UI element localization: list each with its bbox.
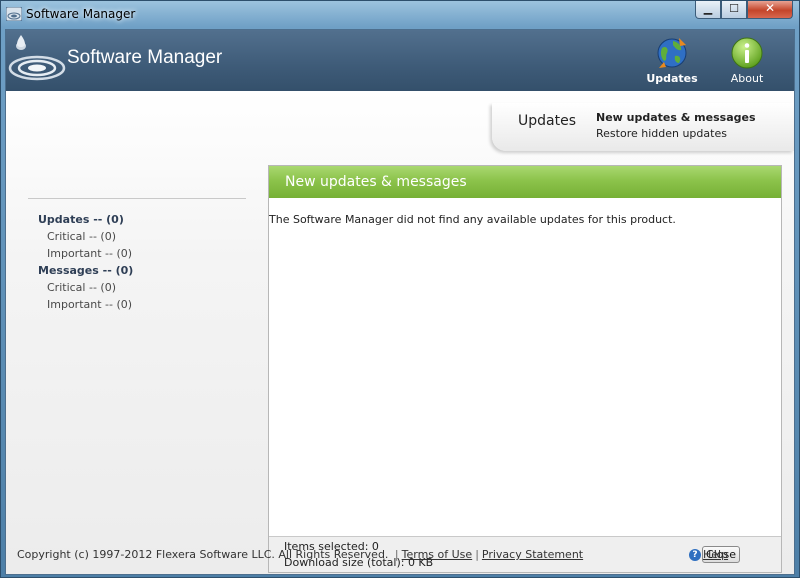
sidebar-item-updates-important[interactable]: Important -- (0)	[28, 245, 246, 262]
no-updates-message: The Software Manager did not find any av…	[269, 213, 676, 226]
window-title: Software Manager	[26, 7, 136, 21]
title-bar[interactable]: Software Manager ▁ ☐ ✕	[1, 1, 799, 29]
app-header: Software Manager Updates About	[6, 30, 794, 91]
privacy-statement-link[interactable]: Privacy Statement	[482, 548, 583, 561]
sidebar-item-messages-critical[interactable]: Critical -- (0)	[28, 279, 246, 296]
updates-panel: New updates & messages The Software Mana…	[268, 165, 782, 573]
header-title: Software Manager	[67, 47, 223, 68]
panel-title: New updates & messages	[285, 174, 467, 190]
maximize-button[interactable]: ☐	[721, 1, 747, 19]
tab-restore-hidden[interactable]: Restore hidden updates	[596, 127, 727, 140]
maximize-icon: ☐	[729, 2, 739, 15]
info-icon	[731, 37, 763, 69]
terms-of-use-link[interactable]: Terms of Use	[402, 548, 473, 561]
help-button[interactable]: ? Help	[689, 548, 728, 561]
caption-buttons: ▁ ☐ ✕	[695, 1, 793, 20]
nav-about-button[interactable]: About	[719, 36, 775, 88]
sidebar-item-updates-critical[interactable]: Critical -- (0)	[28, 228, 246, 245]
client-area: Software Manager Updates About Updates N…	[5, 29, 795, 575]
tabs-title: Updates	[518, 113, 576, 129]
app-icon	[6, 7, 22, 21]
minimize-button[interactable]: ▁	[695, 1, 721, 19]
sidebar-item-messages-important[interactable]: Important -- (0)	[28, 296, 246, 313]
water-drop-logo-icon	[8, 35, 66, 81]
sidebar: Updates -- (0) Critical -- (0) Important…	[28, 198, 246, 313]
sidebar-item-updates[interactable]: Updates -- (0)	[28, 211, 246, 228]
help-icon: ?	[689, 548, 701, 561]
updates-tab-panel: Updates New updates & messages Restore h…	[492, 103, 794, 151]
nav-updates-label: Updates	[646, 72, 698, 85]
content-area: Updates New updates & messages Restore h…	[6, 91, 794, 574]
help-link[interactable]: Help	[703, 548, 728, 561]
copyright-text: Copyright (c) 1997-2012 Flexera Software…	[17, 548, 389, 561]
footer-separator: |	[475, 548, 479, 561]
close-icon: ✕	[764, 1, 776, 15]
sidebar-item-messages[interactable]: Messages -- (0)	[28, 262, 246, 279]
app-window: Software Manager ▁ ☐ ✕ Software Manager	[0, 0, 800, 578]
status-bar: Copyright (c) 1997-2012 Flexera Software…	[17, 548, 583, 561]
minimize-icon: ▁	[703, 2, 713, 15]
nav-updates-button[interactable]: Updates	[644, 36, 700, 88]
close-window-button[interactable]: ✕	[747, 1, 793, 19]
tab-new-updates[interactable]: New updates & messages	[596, 111, 756, 124]
sidebar-divider	[28, 198, 246, 199]
nav-about-label: About	[730, 72, 764, 85]
footer-separator: |	[394, 548, 399, 561]
updates-globe-icon	[657, 38, 687, 68]
panel-header: New updates & messages	[269, 166, 781, 198]
